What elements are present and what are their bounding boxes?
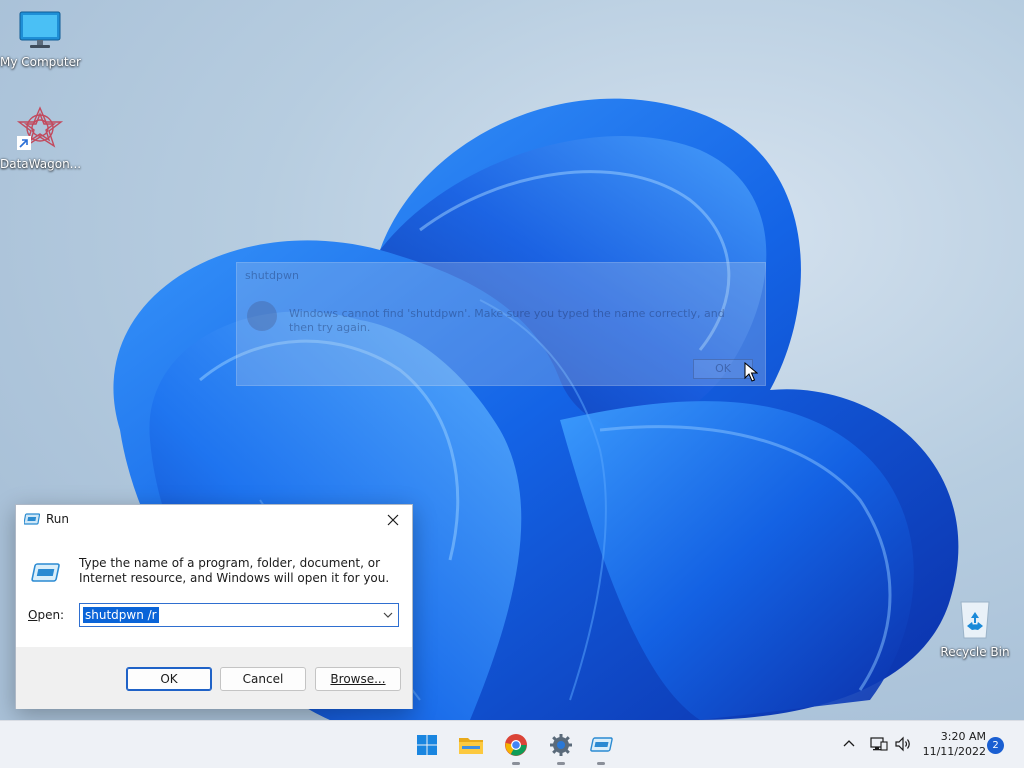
windows-logo-icon: [417, 735, 437, 755]
run-description: Type the name of a program, folder, docu…: [79, 556, 390, 585]
clock-time: 3:20 AM: [940, 730, 986, 743]
open-input[interactable]: shutdpwn /r: [83, 607, 159, 623]
open-combobox[interactable]: shutdpwn /r: [79, 603, 399, 627]
folder-icon: [459, 738, 483, 754]
desktop-icon-datawagon[interactable]: DataWagon...: [0, 106, 82, 171]
run-dialog-title: Run: [46, 512, 70, 526]
clock-date: 11/11/2022: [922, 745, 986, 758]
desktop-icon-my-computer[interactable]: My Computer: [0, 10, 81, 69]
notification-badge[interactable]: 2: [987, 737, 1004, 754]
close-icon: [387, 514, 399, 526]
run-dialog[interactable]: Run Type the name of a program, folder, …: [15, 504, 413, 709]
taskbar-run[interactable]: [584, 729, 618, 765]
cancel-button[interactable]: Cancel: [220, 667, 306, 691]
volume-icon[interactable]: [894, 736, 912, 755]
desktop-icon-recycle-bin[interactable]: Recycle Bin: [935, 598, 1015, 659]
taskbar-file-explorer[interactable]: [454, 729, 488, 761]
browse-label: Browse...: [330, 672, 386, 686]
monitor-icon: [0, 10, 80, 53]
taskbar-settings[interactable]: [544, 729, 578, 765]
run-icon: [23, 512, 41, 529]
ok-button[interactable]: OK: [126, 667, 212, 691]
error-dialog-title: shutdpwn: [245, 269, 299, 282]
run-icon: [590, 737, 613, 752]
error-dialog-fading: shutdpwn Windows cannot find 'shutdpwn'.…: [236, 262, 766, 386]
chevron-down-icon[interactable]: [382, 609, 394, 624]
taskbar-clock[interactable]: 3:20 AM 11/11/2022: [920, 729, 986, 759]
mouse-cursor-icon: [744, 362, 758, 382]
desktop-icon-label: DataWagon...: [0, 157, 82, 171]
close-button[interactable]: [380, 508, 406, 532]
start-button[interactable]: [410, 729, 444, 761]
desktop-icon-label: Recycle Bin: [940, 645, 1010, 659]
chrome-icon: [505, 734, 527, 756]
open-label-rest: pen:: [37, 608, 65, 622]
error-icon: [247, 301, 277, 331]
open-label: Open:: [28, 608, 64, 622]
chevron-up-icon[interactable]: [842, 737, 856, 754]
datawagon-icon: [0, 106, 80, 155]
taskbar: 3:20 AM 11/11/2022 2: [0, 720, 1024, 768]
run-titlebar[interactable]: Run: [16, 505, 412, 535]
gear-icon: [550, 734, 572, 756]
recycle-bin-icon: [935, 598, 1015, 643]
run-dialog-footer: OK Cancel Browse...: [16, 647, 412, 709]
network-icon[interactable]: [870, 736, 888, 755]
desktop-icon-label: My Computer: [0, 55, 81, 69]
browse-button[interactable]: Browse...: [315, 667, 401, 691]
run-icon: [30, 561, 60, 588]
taskbar-chrome[interactable]: [499, 729, 533, 765]
error-dialog-message: Windows cannot find 'shutdpwn'. Make sur…: [289, 307, 725, 334]
